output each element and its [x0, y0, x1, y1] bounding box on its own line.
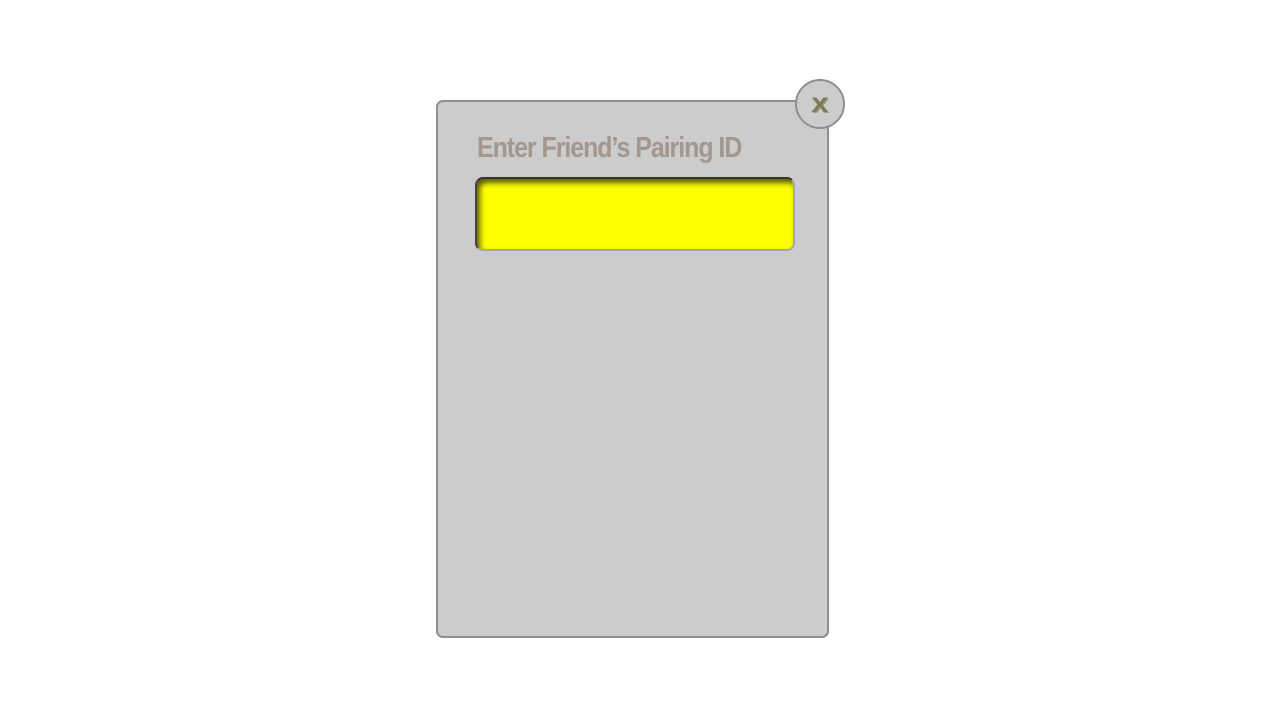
page: Enter Friend’s Pairing ID x — [0, 0, 1280, 720]
close-icon: x — [811, 86, 829, 118]
pairing-id-input[interactable] — [475, 177, 795, 251]
dialog-title: Enter Friend’s Pairing ID — [477, 132, 742, 164]
close-button[interactable]: x — [795, 79, 845, 129]
pairing-dialog: Enter Friend’s Pairing ID — [436, 100, 829, 638]
